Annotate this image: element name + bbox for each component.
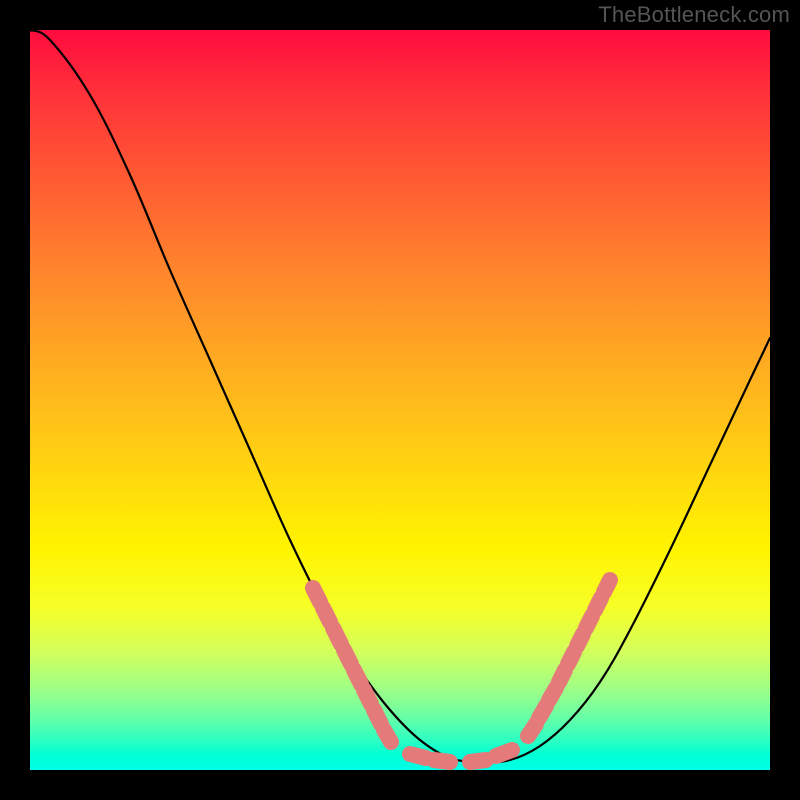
bottleneck-curve <box>30 30 770 762</box>
curve-marker <box>333 628 341 644</box>
marker-group <box>313 580 610 762</box>
watermark-text: TheBottleneck.com <box>598 2 790 28</box>
curve-marker <box>586 616 592 628</box>
curve-marker <box>410 754 426 758</box>
curve-marker <box>434 760 450 762</box>
curve-marker <box>384 730 391 742</box>
curve-marker <box>595 598 601 610</box>
curve-marker <box>323 608 330 622</box>
curve-marker <box>364 690 371 704</box>
chart-frame: TheBottleneck.com <box>0 0 800 800</box>
curve-marker <box>539 706 546 718</box>
curve-marker <box>549 688 556 700</box>
curve-marker <box>528 724 536 736</box>
curve-marker <box>568 652 574 664</box>
curve-marker <box>354 670 361 684</box>
curve-marker <box>559 670 565 682</box>
curve-marker <box>604 580 610 592</box>
plot-area <box>30 30 770 770</box>
curve-marker <box>496 750 512 756</box>
curve-marker <box>313 588 320 602</box>
curve-marker <box>470 760 486 762</box>
curve-marker <box>344 650 351 664</box>
curve-svg <box>30 30 770 770</box>
curve-marker <box>577 634 583 646</box>
curve-marker <box>374 710 381 724</box>
